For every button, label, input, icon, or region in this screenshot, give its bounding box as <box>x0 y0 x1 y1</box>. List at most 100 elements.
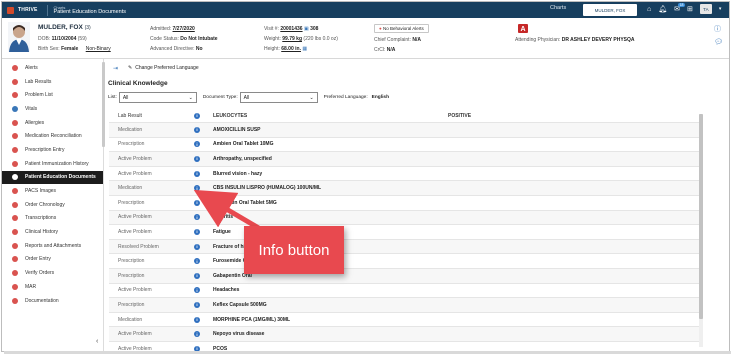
info-button[interactable]: i <box>194 214 200 221</box>
info-panel-icon[interactable]: ⓘ <box>714 24 721 34</box>
row-type: Active Problem <box>118 287 152 294</box>
sidebar-item[interactable]: Verify Orders <box>2 266 103 280</box>
table-row[interactable]: Medication i AMOXICILLIN SUSP <box>109 122 701 137</box>
row-description[interactable]: Fatigue <box>205 229 231 235</box>
info-button[interactable]: i <box>194 170 200 177</box>
info-button[interactable]: i <box>194 199 200 206</box>
top-bar: THRIVE Charts Patient Education Document… <box>2 2 729 18</box>
info-button[interactable]: i <box>194 155 200 162</box>
row-description[interactable]: Ambien Oral Tablet 10MG <box>205 141 273 147</box>
preferred-language-value: English <box>371 95 389 100</box>
open-patient-tab[interactable]: MULDER, FOX <box>583 4 637 16</box>
app-logo <box>7 6 14 14</box>
grid-icon[interactable]: ⊞ <box>687 5 693 13</box>
user-avatar[interactable]: TA <box>699 4 712 14</box>
row-description[interactable]: Headaches <box>205 287 239 293</box>
table-row[interactable]: Active Problem i Fatigue <box>109 224 701 239</box>
row-description[interactable]: MORPHINE PCA (1MG/ML) 30ML <box>205 317 290 323</box>
sidebar-item[interactable]: Allergies <box>2 116 103 130</box>
row-description[interactable]: AMOXICILLIN SUSP <box>205 127 261 133</box>
table-scrollbar[interactable] <box>699 114 703 347</box>
sidebar-item[interactable]: Transcriptions <box>2 212 103 226</box>
row-description[interactable]: Coumadin Oral Tablet 5MG <box>205 200 277 206</box>
collapse-sidebar-icon[interactable]: ‹ <box>96 338 98 345</box>
row-description[interactable]: Keflex Capsule 500MG <box>205 302 267 308</box>
table-row[interactable]: Prescription i Coumadin Oral Tablet 5MG <box>109 194 701 210</box>
row-info-cell: i <box>189 126 205 133</box>
info-button[interactable]: i <box>194 331 200 338</box>
table-row[interactable]: Prescription i Furosemide Oral <box>109 253 701 268</box>
table-row[interactable]: Active Problem i Enteritis <box>109 209 701 225</box>
behavioral-alerts-button[interactable]: ● No Behavioral Alerts <box>374 24 429 33</box>
info-button[interactable]: i <box>194 258 200 265</box>
sidebar-item[interactable]: Reports and Attachments <box>2 239 103 253</box>
home-icon[interactable]: ⌂ <box>647 6 651 13</box>
table-row[interactable]: Prescription i Ambien Oral Tablet 10MG <box>109 136 701 152</box>
info-button[interactable]: i <box>194 228 200 235</box>
advanced-directive-label: Advanced Directive: <box>150 46 195 52</box>
table-row[interactable]: Active Problem i Nepoyo virus disease <box>109 326 701 341</box>
sidebar-item[interactable]: Order Entry <box>2 253 103 267</box>
row-description[interactable]: Blurred vision - hazy <box>205 171 262 177</box>
sidebar-item-label: Lab Results <box>25 78 52 85</box>
pin-icon[interactable]: ⇥ <box>113 65 118 72</box>
sidebar-item-icon <box>12 256 18 263</box>
row-type: Resolved Problem <box>118 243 159 250</box>
info-button[interactable]: i <box>194 316 200 323</box>
row-description[interactable]: CBS INSULIN LISPRO (HUMALOG) 100UN/ML <box>205 185 321 191</box>
document-type-select[interactable]: All ⌄ <box>239 92 318 103</box>
sidebar-item[interactable]: Problem List <box>2 88 103 102</box>
table-row[interactable]: Prescription i Gabapentin Oral <box>109 267 701 283</box>
sidebar-item[interactable]: Alerts <box>2 61 103 75</box>
sidebar-item[interactable]: Medication Reconciliation <box>2 129 103 143</box>
table-row[interactable]: Active Problem i Blurred vision - hazy <box>109 165 701 181</box>
row-description[interactable]: Nepoyo virus disease <box>205 331 264 337</box>
bell-icon[interactable]: 🔔︎ <box>658 5 667 13</box>
change-language-label: Change Preferred Language <box>135 65 199 71</box>
info-button[interactable]: i <box>194 243 200 250</box>
sidebar-item[interactable]: Clinical History <box>2 225 103 239</box>
table-row[interactable]: Prescription i Keflex Capsule 500MG <box>109 297 701 312</box>
table-row[interactable]: Active Problem i Arthropathy, unspecified <box>109 151 701 166</box>
change-language-button[interactable]: ✎ Change Preferred Language <box>128 65 199 71</box>
list-select[interactable]: All ⌄ <box>118 92 197 103</box>
row-description[interactable]: Arthropathy, unspecified <box>205 156 272 162</box>
chat-icon[interactable]: 💬︎ <box>714 38 723 46</box>
info-button[interactable]: i <box>194 301 200 308</box>
patient-name-text: MULDER, FOX <box>38 24 83 31</box>
table-row[interactable]: Resolved Problem i Fracture of hip <box>109 238 701 254</box>
sidebar-item-icon <box>12 119 18 126</box>
row-description[interactable]: Enteritis <box>205 214 233 220</box>
sidebar-item[interactable]: Documentation <box>2 294 103 308</box>
table-row[interactable]: Medication i CBS INSULIN LISPRO (HUMALOG) … <box>109 180 701 195</box>
sidebar-item[interactable]: PACS Images <box>2 184 103 198</box>
chevron-down-icon[interactable]: ▾ <box>719 6 722 12</box>
chief-complaint-value: N/A <box>412 37 421 43</box>
info-button[interactable]: i <box>194 272 200 279</box>
sidebar-item[interactable]: MAR <box>2 280 103 294</box>
sidebar-item-icon <box>12 92 18 99</box>
attending-value: DR ASHLEY DEVERY PHYSQA <box>561 37 635 43</box>
header-info-cell: i <box>189 112 205 119</box>
sidebar-item[interactable]: Patient Education Documents <box>2 170 103 185</box>
edit-icon[interactable]: ▦ <box>302 46 307 52</box>
info-button[interactable]: i <box>194 112 200 119</box>
table-row[interactable]: Medication i MORPHINE PCA (1MG/ML) 30ML <box>109 311 701 327</box>
visit-value[interactable]: 20001436 <box>280 26 302 32</box>
weight-field: Weight: 99.79 kg (220 lbs 0.0 oz) <box>264 36 338 42</box>
charts-link[interactable]: Charts <box>550 5 566 11</box>
info-button[interactable]: i <box>194 287 200 294</box>
info-button[interactable]: i <box>194 126 200 133</box>
sidebar-item[interactable]: Vitals <box>2 102 103 116</box>
info-button[interactable]: i <box>194 185 200 192</box>
sidebar-item[interactable]: Lab Results <box>2 75 103 89</box>
allergy-alert-icon[interactable]: A <box>518 24 528 33</box>
info-button[interactable]: i <box>194 141 200 148</box>
row-description[interactable]: Fracture of hip <box>205 244 248 250</box>
sidebar-item[interactable]: Order Chronology <box>2 198 103 212</box>
scrollbar-thumb[interactable] <box>699 114 703 319</box>
sidebar-item[interactable]: Prescription Entry <box>2 143 103 157</box>
sidebar-item[interactable]: Patient Immunization History <box>2 157 103 171</box>
table-row[interactable]: Active Problem i Headaches <box>109 282 701 298</box>
messages-button[interactable]: ✉ 18 <box>674 3 685 13</box>
